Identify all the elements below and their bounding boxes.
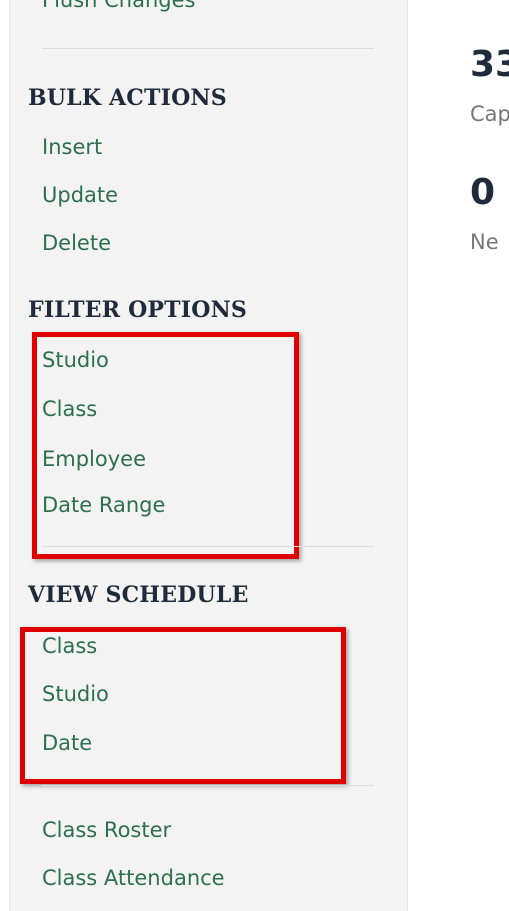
sidebar-item-update[interactable]: Update <box>42 185 118 206</box>
sidebar-item-class-attendance[interactable]: Class Attendance <box>42 868 225 889</box>
view-schedule-highlight-box <box>20 627 346 784</box>
filter-options-heading: FILTER OPTIONS <box>28 297 247 323</box>
filter-options-highlight-box <box>32 332 299 559</box>
sidebar-divider <box>42 785 374 786</box>
stat-value-capacity: 33 <box>470 44 509 85</box>
sidebar-item-flush-changes[interactable]: Flush Changes <box>42 0 196 11</box>
stat-value-new: 0 <box>470 172 496 213</box>
sidebar-divider <box>42 48 374 49</box>
stat-caption-new: Ne <box>470 230 499 254</box>
stat-caption-capacity: Cap <box>470 102 509 126</box>
sidebar-item-insert[interactable]: Insert <box>42 137 102 158</box>
view-schedule-heading: VIEW SCHEDULE <box>28 582 249 608</box>
sidebar-divider <box>42 546 374 547</box>
sidebar-item-class-roster[interactable]: Class Roster <box>42 820 171 841</box>
sidebar-item-delete[interactable]: Delete <box>42 233 111 254</box>
bulk-actions-heading: BULK ACTIONS <box>28 85 227 111</box>
